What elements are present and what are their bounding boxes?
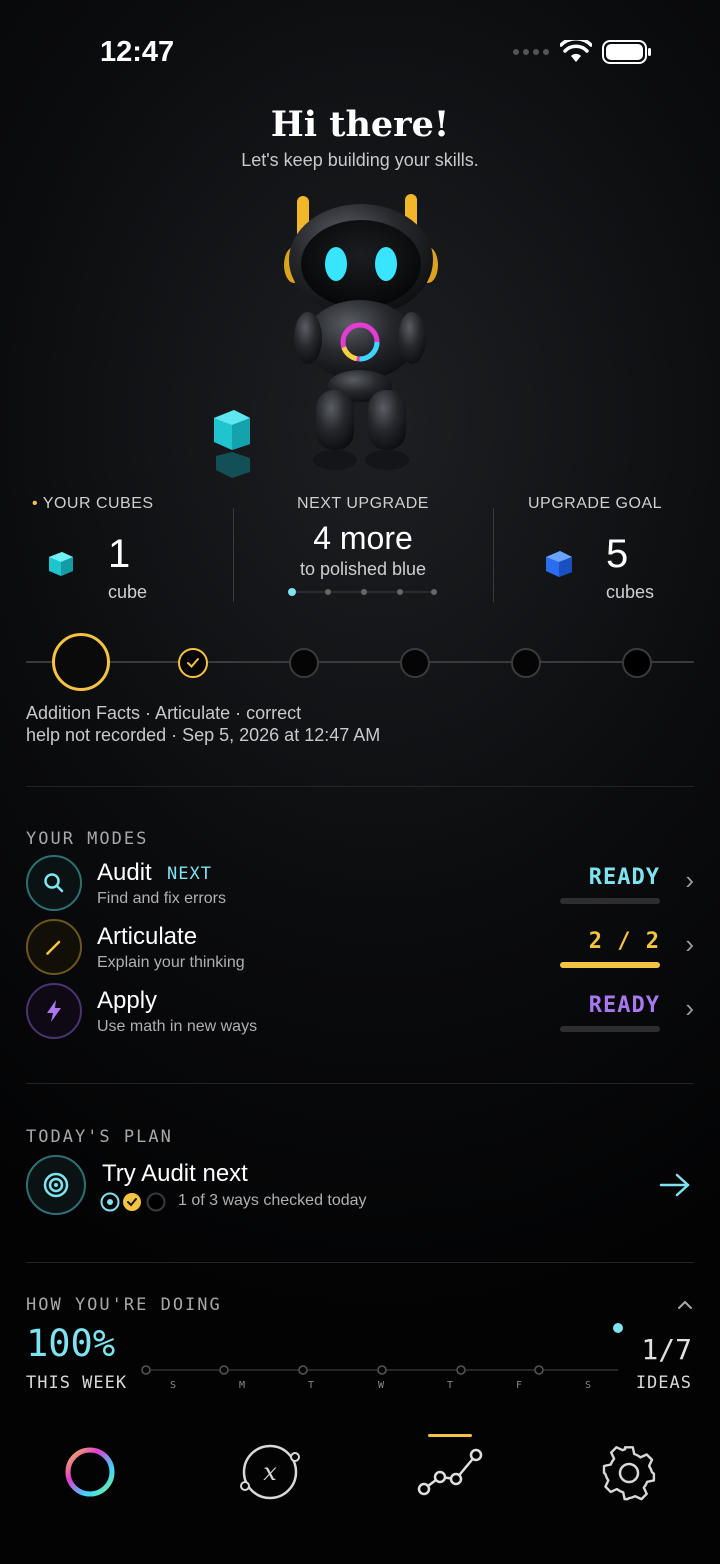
mode-status: READY <box>588 865 660 890</box>
mode-row-apply[interactable]: Apply Use math in new ways READY › <box>26 983 694 1039</box>
greeting-subtitle: Let's keep building your skills. <box>241 150 479 170</box>
your-cubes-label: • YOUR CUBES <box>32 495 154 512</box>
next-upgrade-detail: to polished blue <box>299 559 427 579</box>
articulate-mode-icon <box>26 919 82 975</box>
plan-detail: 1 of 3 ways checked today <box>178 1192 367 1209</box>
cyan-cube-icon <box>49 552 73 576</box>
goal-count: 5 <box>606 532 629 576</box>
mode-name: Audit <box>97 859 152 886</box>
weekday-label: S <box>170 1380 177 1391</box>
mode-description: Explain your thinking <box>97 954 245 971</box>
chevron-right-icon: › <box>685 865 694 895</box>
nav-tab-settings[interactable] <box>598 1442 660 1504</box>
checkmark-icon <box>187 658 199 668</box>
mode-description: Use math in new ways <box>97 1018 258 1035</box>
weekly-percent: 100% <box>26 1322 116 1365</box>
ideas-label: IDEAS <box>635 1373 692 1393</box>
weekday-label: F <box>516 1380 523 1391</box>
status-time: 12:47 <box>100 36 175 68</box>
mode-progress-bar <box>560 962 660 968</box>
variable-x-icon: x <box>240 1444 300 1500</box>
weekday-label: M <box>239 1380 246 1391</box>
chevron-right-icon: › <box>685 993 694 1023</box>
chevron-up-icon[interactable] <box>676 1298 694 1312</box>
stats-divider <box>233 508 234 602</box>
weekday-labels: S M T W T F S <box>138 1380 628 1394</box>
gear-icon <box>602 1446 656 1501</box>
audit-mode-icon <box>26 855 82 911</box>
plan-card[interactable]: Try Audit next 1 of 3 ways checked today <box>26 1155 694 1217</box>
wifi-icon <box>560 40 592 62</box>
weekday-label: S <box>585 1380 592 1391</box>
section-divider <box>26 1083 694 1084</box>
plan-section-title: TODAY'S PLAN <box>26 1127 173 1147</box>
next-upgrade-value: 4 more <box>313 520 413 556</box>
plan-headline: Try Audit next <box>102 1160 248 1187</box>
arrow-right-icon[interactable] <box>658 1171 692 1199</box>
timeline-node[interactable] <box>289 648 319 678</box>
mode-progress-fill <box>560 962 660 968</box>
nav-tab-progress[interactable] <box>416 1444 484 1500</box>
pencil-icon <box>46 940 61 955</box>
timeline-node[interactable] <box>511 648 541 678</box>
progress-section-title: HOW YOU'RE DOING <box>26 1295 222 1315</box>
mode-status: READY <box>588 993 660 1018</box>
weekday-label: T <box>308 1380 315 1391</box>
plan-progress-dots <box>100 1192 166 1212</box>
next-badge: NEXT <box>167 864 212 884</box>
timeline-node[interactable] <box>622 648 652 678</box>
cubes-count: 1 <box>108 532 131 576</box>
mode-name: Articulate <box>97 923 198 950</box>
blue-cube-icon <box>546 551 572 577</box>
robot-mascot-illustration <box>284 194 438 470</box>
mode-name: Apply <box>97 987 158 1014</box>
mode-row-audit[interactable]: Audit NEXT Find and fix errors READY › <box>26 855 694 911</box>
weekday-label: T <box>447 1380 454 1391</box>
mode-progress-bar <box>560 1026 660 1032</box>
section-divider <box>26 786 694 787</box>
next-upgrade-label: NEXT UPGRADE <box>297 495 429 512</box>
timeline-node-current[interactable] <box>52 633 110 691</box>
weekly-period-label: THIS WEEK <box>26 1373 128 1393</box>
ideas-count: 1/7 <box>641 1333 692 1366</box>
nav-tab-practice[interactable]: x <box>238 1440 302 1504</box>
battery-icon <box>602 40 651 64</box>
graph-path-icon <box>417 1448 483 1496</box>
goal-unit: cubes <box>606 582 655 602</box>
apply-mode-icon <box>26 983 82 1039</box>
mode-status: 2 / 2 <box>588 929 660 954</box>
section-divider <box>26 1262 694 1263</box>
target-icon <box>26 1155 86 1215</box>
greeting-title: Hi there! <box>270 104 450 145</box>
status-icons <box>512 40 652 64</box>
lightning-icon <box>47 1000 61 1022</box>
modes-section-title: YOUR MODES <box>26 829 149 849</box>
timeline-node[interactable] <box>400 648 430 678</box>
chevron-right-icon: › <box>685 929 694 959</box>
search-icon <box>44 873 64 893</box>
weekday-label: W <box>378 1380 385 1391</box>
last-activity-text: Addition Facts · Articulate · correct he… <box>26 703 381 745</box>
stats-divider <box>493 508 494 602</box>
signal-icon <box>513 49 549 55</box>
cubes-unit: cube <box>108 582 148 602</box>
mode-progress-bar <box>560 898 660 904</box>
floating-cube-illustration <box>214 410 250 478</box>
active-tab-indicator <box>428 1434 472 1437</box>
nav-tab-home[interactable] <box>58 1440 122 1504</box>
progress-ring-icon <box>65 1447 115 1497</box>
timeline-node-correct[interactable] <box>178 648 208 678</box>
upgrade-progress-dots <box>288 588 437 596</box>
upgrade-goal-label: UPGRADE GOAL <box>527 495 663 512</box>
mode-description: Find and fix errors <box>97 890 226 907</box>
mode-row-articulate[interactable]: Articulate Explain your thinking 2 / 2 › <box>26 919 694 975</box>
svg-text:x: x <box>263 1458 277 1486</box>
history-timeline-track <box>26 661 694 663</box>
